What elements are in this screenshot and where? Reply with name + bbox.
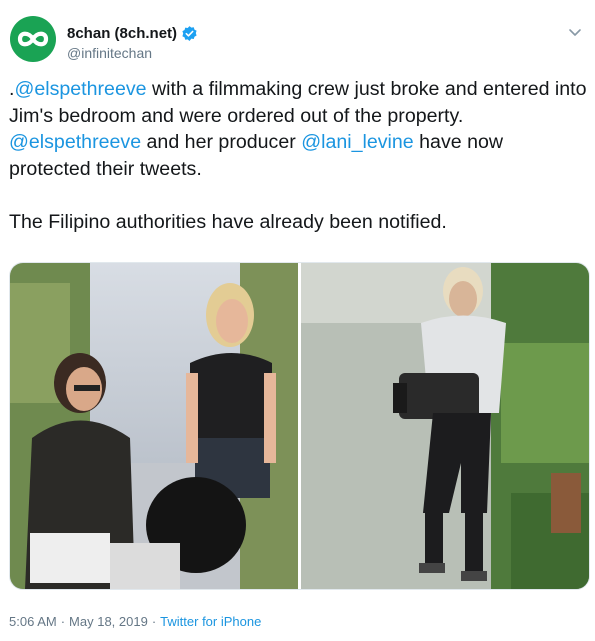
tweet-text-paragraph: The Filipino authorities have already be… [9,210,447,233]
tweet-header: 8chan (8ch.net) @infinitechan [10,10,585,66]
chevron-down-icon[interactable] [567,24,583,40]
infinity-icon [17,31,49,47]
tweet-time[interactable]: 5:06 AM [9,614,57,629]
tweet-source-link[interactable]: Twitter for iPhone [160,614,261,629]
mention-link[interactable]: @lani_levine [301,131,413,153]
photo-right[interactable] [301,263,589,589]
user-handle[interactable]: @infinitechan [67,45,152,61]
meta-separator: · [60,614,66,629]
tweet-text: .@elspethreeve with a filmmaking crew ju… [9,76,589,235]
name-row: 8chan (8ch.net) [67,25,198,42]
tweet-meta: 5:06 AM · May 18, 2019 · Twitter for iPh… [9,614,261,629]
tweet-text-segment: and her producer [141,131,302,153]
verified-badge-icon [182,26,197,41]
mention-link[interactable]: @elspethreeve [14,78,146,100]
mention-link[interactable]: @elspethreeve [9,131,141,153]
meta-separator: · [151,614,157,629]
avatar[interactable] [10,16,56,62]
tweet-date[interactable]: May 18, 2019 [69,614,148,629]
display-name[interactable]: 8chan (8ch.net) [67,25,177,42]
tweet-media [9,262,590,590]
photo-left[interactable] [10,263,298,589]
